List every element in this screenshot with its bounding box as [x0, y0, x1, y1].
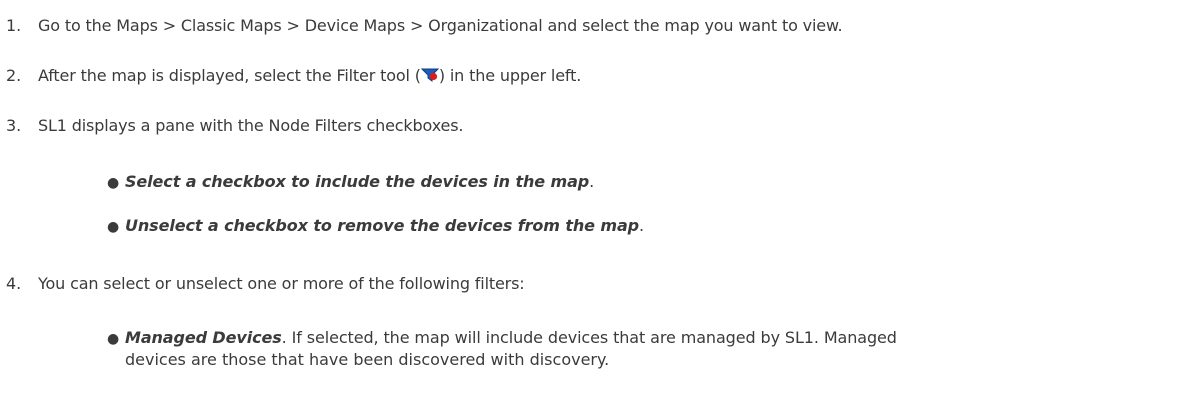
step-text: Go to the Maps > Classic Maps > Device M…	[38, 16, 843, 35]
step-number: 1.	[6, 16, 22, 35]
step-number: 4.	[6, 274, 22, 293]
filter-icon	[420, 67, 440, 83]
bullet-dot-icon: ●	[107, 219, 120, 235]
bullet-text: .	[639, 216, 644, 235]
step-2: 2. After the map is displayed, select th…	[0, 66, 1184, 90]
step-text-after: ) in the upper left.	[438, 66, 582, 85]
step-number: 3.	[6, 116, 22, 135]
step-text: After the map is displayed, select the F…	[38, 66, 581, 85]
document-page: 1. Go to the Maps > Classic Maps > Devic…	[0, 0, 1184, 418]
bullet-text: . If selected, the map will include devi…	[281, 328, 897, 347]
step-4: 4. You can select or unselect one or mor…	[0, 274, 1184, 298]
step-3: 3. SL1 displays a pane with the Node Fil…	[0, 116, 1184, 140]
bullet-dot-icon: ●	[107, 175, 120, 191]
step-number: 2.	[6, 66, 22, 85]
bullet-text: .	[589, 172, 595, 191]
bullet-text-continued: devices are those that have been discove…	[125, 350, 610, 369]
step-text-before: After the map is displayed, select the F…	[38, 66, 421, 85]
step-text: SL1 displays a pane with the Node Filter…	[38, 116, 464, 135]
bullet-dot-icon: ●	[107, 331, 120, 347]
step-1: 1. Go to the Maps > Classic Maps > Devic…	[0, 16, 1184, 40]
bullet-emphasis: Select a checkbox to include the devices…	[125, 172, 590, 191]
bullet-emphasis: Unselect a checkbox to remove the device…	[125, 216, 639, 235]
bullet-emphasis: Managed Devices	[125, 328, 282, 347]
step-text: You can select or unselect one or more o…	[38, 274, 525, 293]
